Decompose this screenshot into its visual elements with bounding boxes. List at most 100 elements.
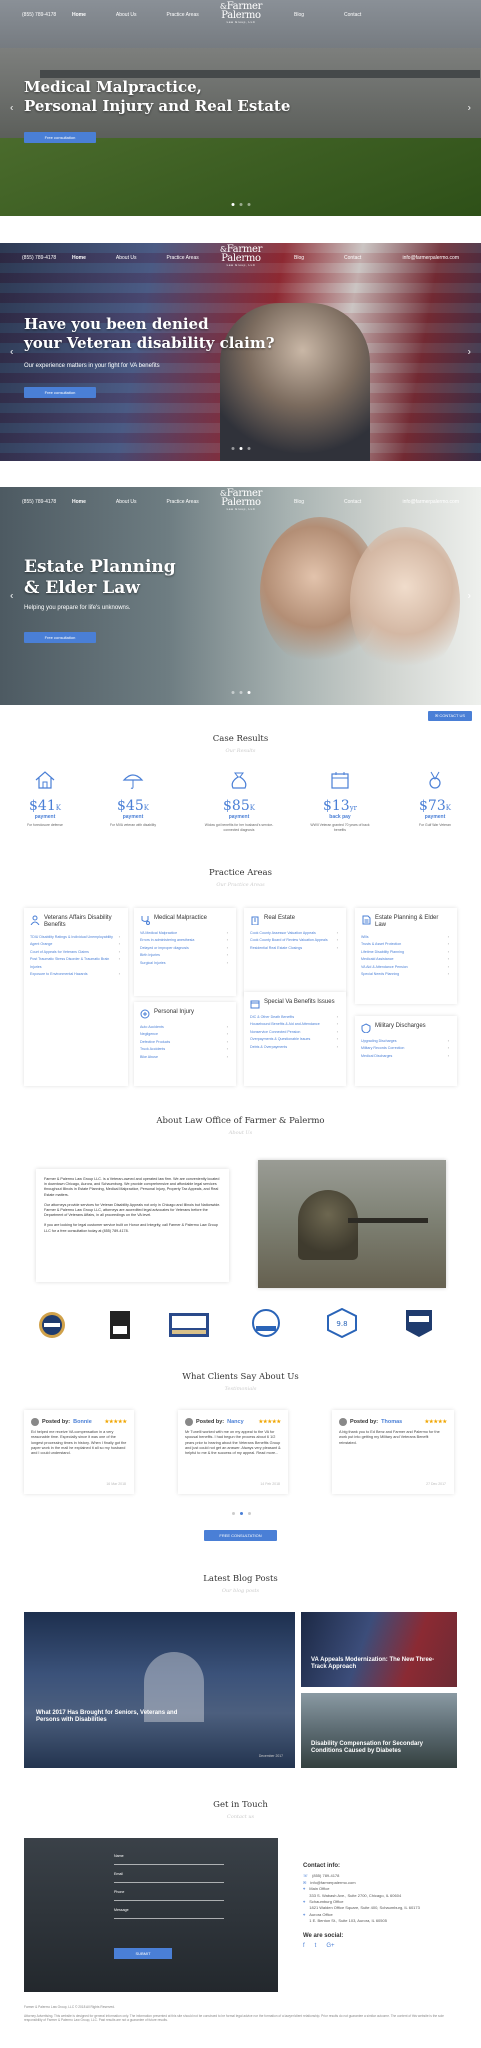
email-input[interactable] — [114, 1882, 224, 1883]
practice-link[interactable]: Surgical Injuries › — [140, 960, 230, 967]
practice-link[interactable]: Negligence › — [140, 1031, 230, 1038]
location-icon: ⌖ — [303, 1886, 306, 1892]
practice-link[interactable]: Upgrading Discharges › — [361, 1038, 451, 1045]
practice-link[interactable]: Exposure to Environmental Hazards › — [30, 971, 122, 978]
practice-link[interactable]: Military Records Correction › — [361, 1045, 451, 1052]
practice-link[interactable]: VA Aid & Attendance Pension › — [361, 964, 451, 971]
practice-link[interactable]: TDIU Disability Ratings & Individual Une… — [30, 934, 122, 941]
practice-card-veterans[interactable]: Veterans Affairs Disability Benefits TDI… — [24, 908, 128, 1086]
practice-link[interactable]: Overpayments & Questionable Issues › — [250, 1036, 340, 1043]
prev-arrow-icon[interactable]: ‹ — [10, 591, 13, 602]
nav-phone[interactable]: (855) 789-4178 — [22, 255, 56, 261]
medal-icon — [429, 771, 441, 789]
blog-post-title[interactable]: Disability Compensation for Secondary Co… — [311, 1741, 441, 1756]
free-consultation-button[interactable]: FREE CONSULTATION — [204, 1530, 277, 1541]
nav-home[interactable]: Home — [72, 499, 86, 505]
practice-link[interactable]: Lifetime Disability Planning › — [361, 949, 451, 956]
prev-arrow-icon[interactable]: ‹ — [10, 103, 13, 114]
practice-areas-title: Practice Areas — [209, 868, 272, 878]
nav-practice[interactable]: Practice Areas — [166, 499, 198, 505]
nav-email[interactable]: info@farmerpalermo.com — [403, 255, 459, 261]
nav-blog[interactable]: Blog — [294, 255, 304, 261]
practice-link[interactable]: DIC & Other Death Benefits › — [250, 1014, 340, 1021]
nav-about[interactable]: About Us — [116, 255, 137, 261]
practice-link[interactable]: Medicaid Assistance › — [361, 956, 451, 963]
practice-link[interactable]: Bike Abuse › — [140, 1054, 230, 1061]
contact-form: Name Email Phone Message SUBMIT — [24, 1838, 278, 1992]
practice-card-military[interactable]: Military Discharges Upgrading Discharges… — [355, 1016, 457, 1086]
nav-contact[interactable]: Contact — [344, 12, 361, 18]
phone-input[interactable] — [114, 1900, 224, 1901]
logo[interactable]: &Farmer Palermo Law Group, LLC — [212, 245, 270, 268]
submit-button[interactable]: SUBMIT — [114, 1948, 172, 1959]
blog-post-card[interactable]: VA Appeals Modernization: The New Three-… — [301, 1612, 457, 1687]
practice-card-personal-injury[interactable]: Personal Injury Auto Accidents › Negligen… — [134, 1002, 236, 1086]
nav-email[interactable]: info@farmerpalermo.com — [403, 499, 459, 505]
nav-phone[interactable]: (855) 789-4178 — [22, 12, 56, 18]
practice-link[interactable]: Trusts & Asset Protection › — [361, 941, 451, 948]
nav-practice[interactable]: Practice Areas — [166, 12, 198, 18]
practice-link[interactable]: Errors in administering anesthesia › — [140, 937, 230, 944]
nav-home[interactable]: Home — [72, 12, 86, 18]
practice-card-real-estate[interactable]: Real Estate Cook County Assessor Valuati… — [244, 908, 346, 996]
footer-disclaimer: Attorney Advertising. This website is de… — [24, 2014, 444, 2023]
practice-card-special-va[interactable]: Special Va Benefits Issues DIC & Other D… — [244, 992, 346, 1086]
slider-dots[interactable] — [231, 691, 250, 694]
nav-contact[interactable]: Contact — [344, 255, 361, 261]
next-arrow-icon[interactable]: › — [468, 347, 471, 358]
prev-arrow-icon[interactable]: ‹ — [10, 347, 13, 358]
free-consultation-button[interactable]: Free consultation — [24, 387, 96, 398]
practice-card-estate-planning[interactable]: Estate Planning & Elder Law Wills › Trust… — [355, 908, 457, 1004]
practice-link[interactable]: Court of Appeals for Veterans Claims › — [30, 949, 122, 956]
blog-post-card[interactable]: Disability Compensation for Secondary Co… — [301, 1693, 457, 1768]
blog-post-card[interactable]: What 2017 Has Brought for Seniors, Veter… — [24, 1612, 295, 1768]
facebook-icon[interactable]: f — [303, 1943, 305, 1949]
nav-about[interactable]: About Us — [116, 499, 137, 505]
practice-link[interactable]: Post Traumatic Stress Disorder & Traumat… — [30, 956, 122, 971]
blog-post-title[interactable]: What 2017 Has Brought for Seniors, Veter… — [36, 1710, 186, 1725]
rating-stars: ★★★★★ — [424, 1419, 447, 1425]
hero-title: Have you been denied your Veteran disabil… — [24, 315, 275, 352]
testimonial-card: Posted by: Nancy ★★★★★ Mr Tunelli worked w… — [178, 1410, 288, 1494]
name-input[interactable] — [114, 1864, 224, 1865]
nav-home[interactable]: Home — [72, 255, 86, 261]
nav-contact[interactable]: Contact — [344, 499, 361, 505]
nav-practice[interactable]: Practice Areas — [166, 255, 198, 261]
nav-blog[interactable]: Blog — [294, 12, 304, 18]
practice-link[interactable]: Delayed or improper diagnosis › — [140, 945, 230, 952]
nav-phone[interactable]: (855) 789-4178 — [22, 499, 56, 505]
practice-link[interactable]: Housebound Benefits & Aid and Attendance… — [250, 1021, 340, 1028]
next-arrow-icon[interactable]: › — [468, 591, 471, 602]
nav-about[interactable]: About Us — [116, 12, 137, 18]
practice-link[interactable]: Residential Real Estate Closings › — [250, 945, 340, 952]
practice-link[interactable]: Wills › — [361, 934, 451, 941]
practice-link[interactable]: Defective Products › — [140, 1039, 230, 1046]
slider-dots[interactable] — [231, 447, 250, 450]
logo[interactable]: &Farmer Palermo Law Group, LLC — [212, 2, 270, 25]
practice-link[interactable]: Truck Accidents › — [140, 1046, 230, 1053]
logo[interactable]: &Farmer Palermo Law Group, LLC — [212, 489, 270, 512]
practice-link[interactable]: Cook County Board of Review Valuation Ap… — [250, 937, 340, 944]
practice-link[interactable]: VA Medical Malpractice › — [140, 930, 230, 937]
next-arrow-icon[interactable]: › — [468, 103, 471, 114]
practice-link[interactable]: Medical Discharges › — [361, 1053, 451, 1060]
practice-card-medical[interactable]: Medical Malpractice VA Medical Malpracti… — [134, 908, 236, 996]
practice-link[interactable]: Agent Orange › — [30, 941, 122, 948]
practice-link[interactable]: Debts & Overpayments › — [250, 1044, 340, 1051]
contact-us-tab[interactable]: ✉ CONTACT US — [428, 711, 472, 721]
google-plus-icon[interactable]: G+ — [326, 1943, 334, 1949]
free-consultation-button[interactable]: Free consultation — [24, 132, 96, 143]
practice-link[interactable]: Birth Injuries › — [140, 952, 230, 959]
twitter-icon[interactable]: t — [315, 1943, 317, 1949]
practice-link[interactable]: Nonservice Connected Pension › — [250, 1029, 340, 1036]
practice-link[interactable]: Auto Accidents › — [140, 1024, 230, 1031]
testimonial-dots[interactable] — [232, 1512, 251, 1515]
free-consultation-button[interactable]: Free consultation — [24, 632, 96, 643]
practice-link[interactable]: Cook County Assessor Valuation Appeals › — [250, 930, 340, 937]
certification-badge-icon — [169, 1313, 209, 1337]
blog-post-title[interactable]: VA Appeals Modernization: The New Three-… — [311, 1657, 441, 1672]
slider-dots[interactable] — [231, 203, 250, 206]
message-input[interactable] — [114, 1918, 224, 1919]
nav-blog[interactable]: Blog — [294, 499, 304, 505]
practice-link[interactable]: Special Needs Planning › — [361, 971, 451, 978]
